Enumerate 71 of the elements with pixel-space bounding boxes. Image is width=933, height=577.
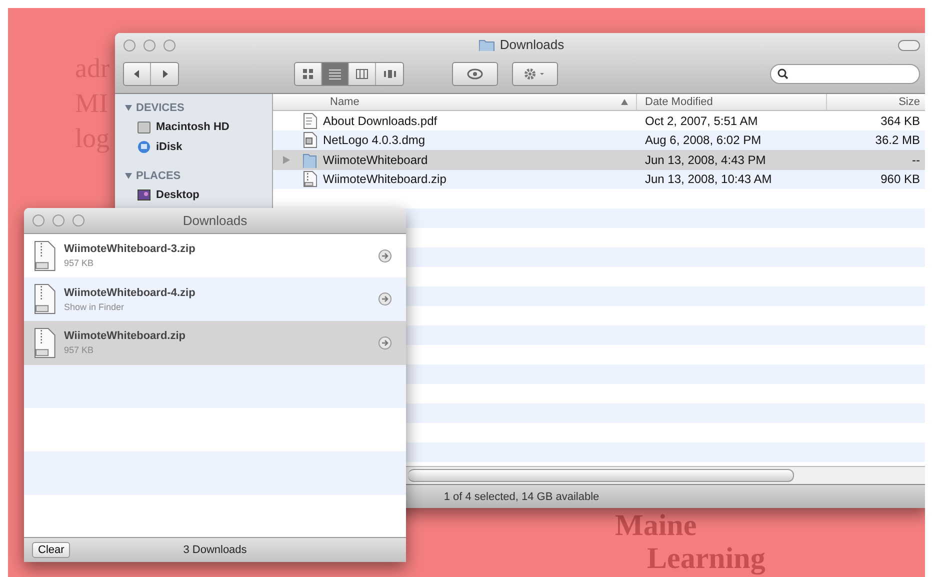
download-item[interactable]: WiimoteWhiteboard-3.zip 957 KB [24, 234, 406, 278]
file-size: 364 KB [880, 114, 921, 128]
download-detail: Show in Finder [64, 302, 126, 312]
sort-arrow-icon [621, 99, 628, 105]
download-detail: 957 KB [64, 258, 95, 268]
download-item[interactable]: WiimoteWhiteboard.zip 957 KB [24, 321, 406, 364]
eye-icon [467, 68, 483, 80]
column-header[interactable]: Date Modified [637, 94, 827, 110]
disclosure-triangle-icon [125, 105, 132, 111]
date-modified: Jun 13, 2008, 10:43 AM [644, 172, 773, 186]
sidebar-item[interactable]: Macintosh HD [115, 117, 272, 137]
sidebar-item[interactable]: iDisk [115, 137, 272, 157]
hard-drive-icon [137, 120, 151, 134]
sidebar-heading: PLACES [136, 170, 181, 182]
icon-view-icon [301, 67, 315, 81]
window-control-icon [163, 38, 176, 52]
file-row[interactable]: About Downloads.pdf Oct 2, 2007, 5:51 AM 364 KB [273, 111, 925, 130]
file-name: About Downloads.pdf [323, 114, 438, 128]
window-control-icon [143, 38, 156, 52]
download-name: WiimoteWhiteboard-3.zip [64, 243, 196, 256]
window-control-icon [52, 214, 65, 227]
disclosure-triangle-icon [125, 173, 132, 179]
zip-file-icon [34, 284, 56, 314]
window-title: Downloads [182, 213, 248, 228]
folder-icon [303, 152, 317, 168]
download-count: 3 Downloads [183, 544, 247, 556]
zip-file-icon [303, 171, 317, 188]
view-mode-button[interactable] [322, 63, 349, 85]
file-row[interactable]: WiimoteWhiteboard Jun 13, 2008, 4:43 PM -- [273, 150, 925, 170]
file-size: 36.2 MB [874, 133, 921, 148]
desktop-icon [137, 188, 151, 202]
window-control-icon [123, 38, 136, 52]
window-control-icon [72, 214, 85, 227]
date-modified: Oct 2, 2007, 5:51 AM [644, 114, 759, 128]
sidebar-item[interactable]: Desktop [115, 185, 272, 205]
document-icon [303, 112, 317, 129]
file-row[interactable]: WiimoteWhiteboard.zip Jun 13, 2008, 10:43 AM 960 KB [273, 170, 925, 189]
window-title: Downloads [500, 37, 564, 52]
folder-icon [478, 38, 495, 51]
toolbar-toggle-button[interactable] [898, 40, 920, 51]
file-size: 960 KB [880, 172, 921, 186]
search-field[interactable] [770, 64, 920, 84]
download-detail: 957 KB [64, 345, 95, 356]
file-size: -- [911, 152, 921, 167]
file-row[interactable]: NetLogo 4.0.3.dmg Aug 6, 2008, 6:02 PM 36.2 MB [273, 130, 925, 150]
date-modified: Jun 13, 2008, 4:43 PM [644, 152, 767, 167]
file-name: WiimoteWhiteboard [323, 152, 428, 167]
download-item[interactable]: WiimoteWhiteboard-4.zip Show in Finder [24, 278, 406, 321]
download-name: WiimoteWhiteboard-4.zip [64, 286, 196, 299]
date-modified: Aug 6, 2008, 6:02 PM [644, 133, 762, 148]
cloud-disk-icon [137, 140, 151, 154]
disclosure-triangle-icon [283, 156, 290, 164]
column-header[interactable]: Name [273, 94, 637, 110]
clear-button[interactable]: Clear [32, 542, 70, 558]
file-name: NetLogo 4.0.3.dmg [323, 133, 426, 148]
gear-icon [523, 67, 547, 81]
quick-look-button[interactable] [452, 62, 498, 86]
file-name: WiimoteWhiteboard.zip [323, 172, 446, 186]
action-button[interactable] [512, 62, 558, 86]
sidebar-heading: DEVICES [136, 102, 184, 114]
list-view-icon [328, 67, 342, 81]
column-header[interactable]: Size [827, 94, 925, 110]
window-control-icon [32, 214, 45, 227]
download-name: WiimoteWhiteboard.zip [64, 330, 187, 342]
zip-file-icon [34, 328, 56, 358]
disk-image-icon [303, 132, 317, 148]
scrollbar-thumb[interactable] [408, 469, 794, 482]
cover-flow-icon [382, 67, 396, 81]
search-icon [777, 68, 789, 80]
zip-file-icon [34, 240, 56, 271]
column-view-icon [355, 67, 369, 81]
